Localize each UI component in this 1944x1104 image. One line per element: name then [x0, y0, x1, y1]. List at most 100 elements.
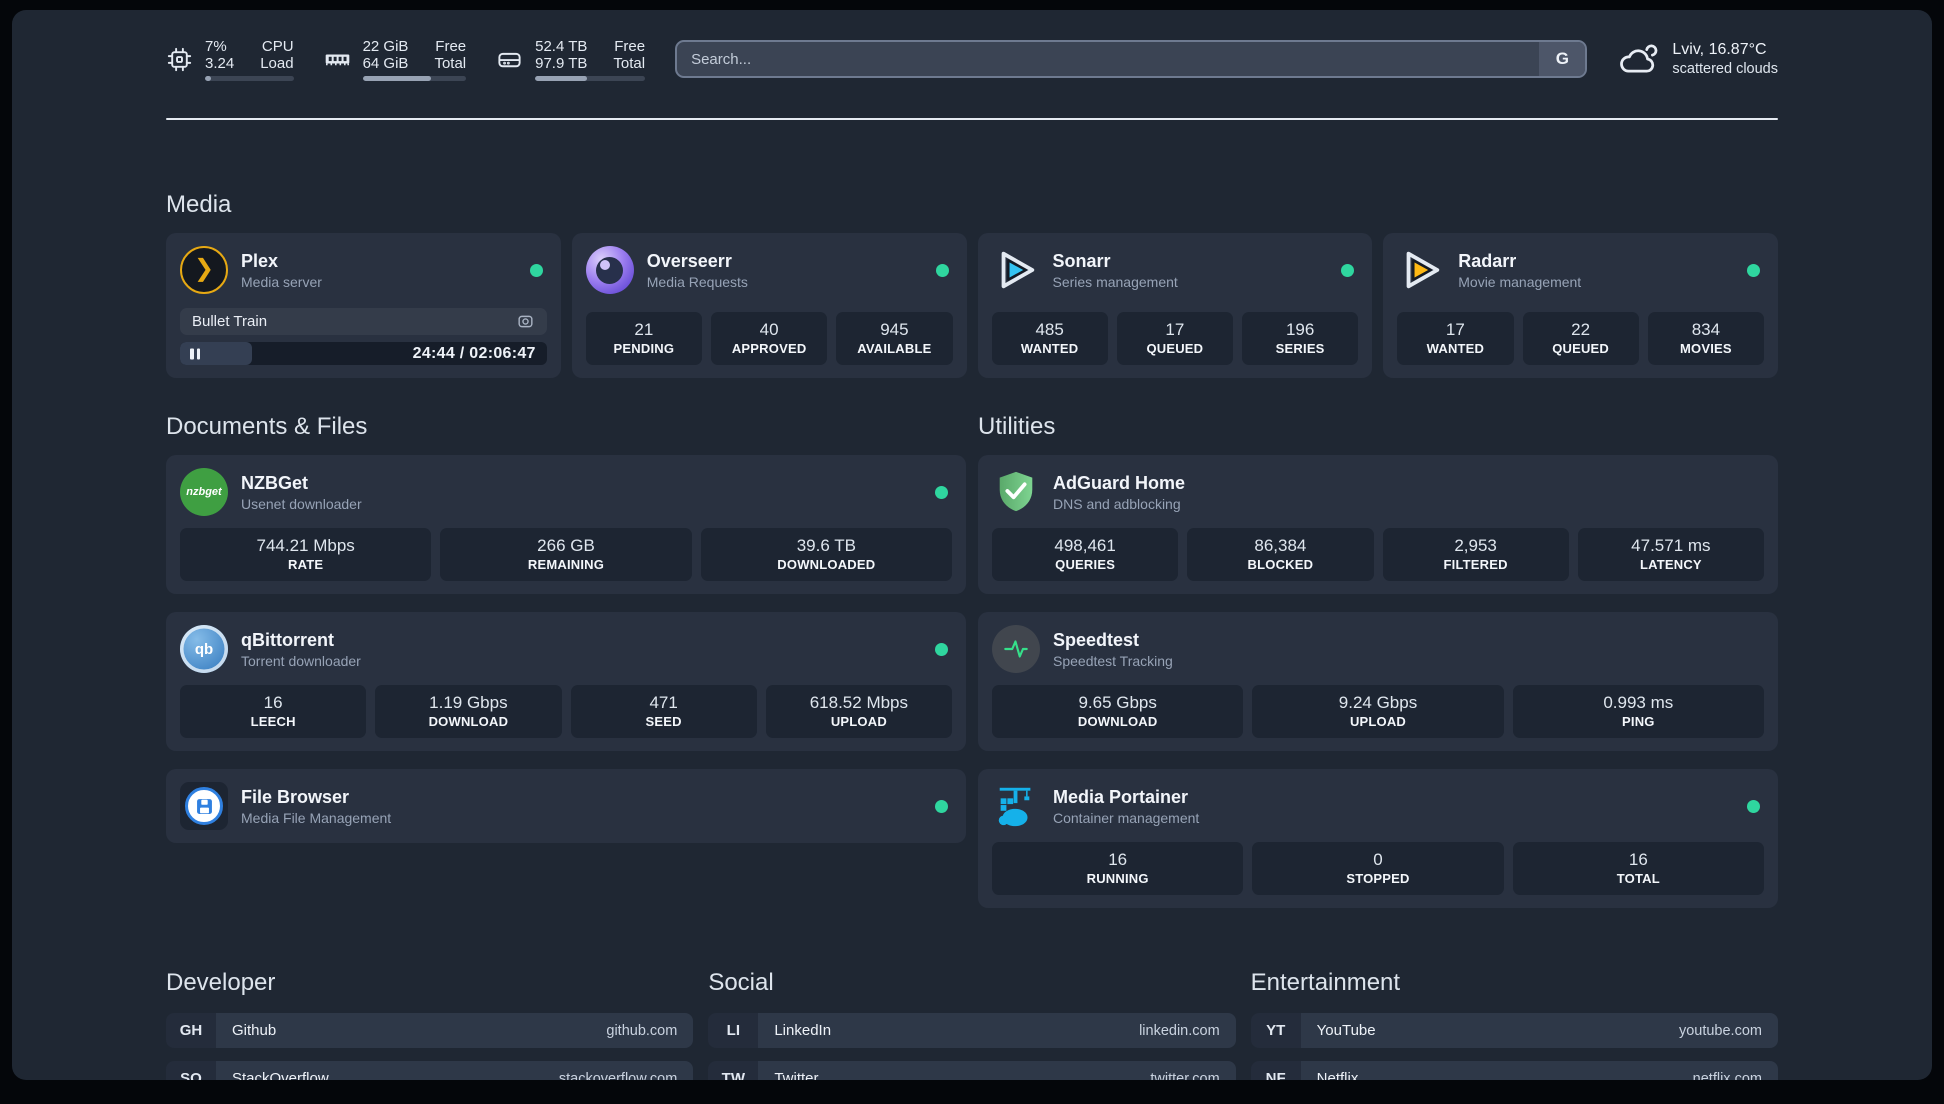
stat-value: 618.52 Mbps — [809, 693, 909, 712]
stat-label: DOWNLOAD — [428, 714, 509, 729]
card-speedtest[interactable]: Speedtest Speedtest Tracking 9.65 Gbps D… — [978, 612, 1778, 751]
card-overseerr[interactable]: Overseerr Media Requests 21 PENDING 40 A… — [571, 233, 967, 378]
radarr-logo-icon — [1397, 246, 1445, 294]
cast-icon[interactable] — [516, 312, 535, 331]
disk-free-label: Free — [614, 37, 646, 55]
link-github[interactable]: GH Github github.com — [166, 1013, 694, 1048]
stat-label: TOTAL — [1616, 871, 1660, 886]
card-media-portainer[interactable]: Media Portainer Container management 16 … — [978, 769, 1778, 908]
disk-total-label: Total — [613, 54, 646, 72]
stat-download: 1.19 Gbps DOWNLOAD — [375, 685, 562, 738]
section-social: Social LI LinkedIn linkedin.com TW Twitt… — [708, 968, 1236, 1081]
link-netflix[interactable]: NF Netflix netflix.com — [1250, 1061, 1778, 1080]
stat-value: 498,461 — [1054, 536, 1116, 555]
stat-value: 9.24 Gbps — [1338, 693, 1418, 712]
memory-progress-bar — [362, 75, 467, 81]
stat-movies: 834 MOVIES — [1647, 312, 1764, 365]
link-stackoverflow[interactable]: SO StackOverflow stackoverflow.com — [166, 1061, 694, 1081]
stat-downloaded: 39.6 TB DOWNLOADED — [700, 528, 952, 581]
stat-rate: 744.21 Mbps RATE — [180, 528, 432, 581]
section-heading-social: Social — [708, 969, 774, 996]
memory-free-label: Free — [435, 37, 467, 55]
link-linkedin[interactable]: LI LinkedIn linkedin.com — [708, 1013, 1236, 1048]
status-online-dot — [935, 485, 948, 499]
top-bar: 7% 3.24 CPU Load 22 GiB 64 GiB Free Tota… — [166, 37, 1778, 81]
stat-label: PING — [1622, 714, 1655, 729]
link-url: stackoverflow.com — [558, 1070, 678, 1081]
status-online-dot — [935, 642, 948, 656]
disk-total-value: 97.9 TB — [535, 54, 588, 72]
stat-label: QUEUED — [1552, 341, 1610, 356]
card-plex[interactable]: ❯ Plex Media server Bullet Train 24:44 /… — [166, 233, 561, 378]
card-subtitle: DNS and adblocking — [1053, 495, 1181, 512]
stat-value: 17 — [1445, 320, 1465, 339]
scattered-clouds-icon — [1617, 41, 1659, 77]
stat-ping: 0.993 ms PING — [1512, 685, 1764, 738]
stat-remaining: 266 GB REMAINING — [440, 528, 692, 581]
section-heading-utilities: Utilities — [978, 413, 1056, 440]
stat-value: 17 — [1165, 320, 1185, 339]
link-youtube[interactable]: YT YouTube youtube.com — [1250, 1013, 1778, 1048]
stat-value: 47.571 ms — [1631, 536, 1711, 555]
card-title: Radarr — [1458, 250, 1517, 271]
card-subtitle: Container management — [1053, 809, 1200, 826]
plex-logo-icon: ❯ — [180, 246, 228, 294]
card-qbittorrent[interactable]: qb qBittorrent Torrent downloader 16 LEE… — [166, 612, 966, 751]
search-provider-button[interactable]: G — [1539, 42, 1586, 76]
stat-label: SERIES — [1275, 341, 1325, 356]
stat-value: 945 — [880, 320, 909, 339]
pause-icon[interactable] — [190, 348, 200, 359]
card-adguard-home[interactable]: AdGuard Home DNS and adblocking 498,461 … — [978, 455, 1778, 594]
stat-label: LATENCY — [1639, 557, 1702, 572]
card-radarr[interactable]: Radarr Movie management 17 WANTED 22 QUE… — [1383, 233, 1778, 378]
playback-time: 24:44 / 02:06:47 — [412, 344, 536, 362]
stat-value: 16 — [1628, 850, 1648, 869]
memory-free-value: 22 GiB — [362, 37, 409, 55]
stat-label: LEECH — [250, 714, 296, 729]
stat-value: 16 — [263, 693, 283, 712]
link-url: youtube.com — [1678, 1022, 1762, 1039]
stat-label: REMAINING — [527, 557, 605, 572]
ram-icon — [324, 46, 351, 73]
section-entertainment: Entertainment YT YouTube youtube.com NF … — [1250, 968, 1778, 1080]
link-name: Twitter — [774, 1070, 819, 1080]
stat-label: UPLOAD — [830, 714, 887, 729]
stat-label: WANTED — [1020, 341, 1079, 356]
playback-progress-bar[interactable]: 24:44 / 02:06:47 — [180, 342, 547, 365]
stat-value: 9.65 Gbps — [1078, 693, 1157, 712]
card-subtitle: Series management — [1052, 273, 1178, 290]
weather-condition: scattered clouds — [1672, 61, 1778, 77]
link-url: twitter.com — [1150, 1070, 1220, 1081]
link-abbr: TW — [708, 1061, 759, 1080]
link-name: Netflix — [1316, 1070, 1359, 1080]
stat-value: 471 — [649, 693, 678, 712]
memory-stat-widget: 22 GiB 64 GiB Free Total — [324, 38, 467, 81]
now-playing-row: Bullet Train — [180, 308, 547, 335]
nzbget-logo-icon: nzbget — [180, 468, 228, 516]
search-bar[interactable]: G — [675, 40, 1588, 78]
header-divider — [166, 118, 1778, 120]
link-abbr: SO — [166, 1061, 216, 1080]
memory-total-value: 64 GiB — [362, 54, 409, 72]
dashboard-window: 7% 3.24 CPU Load 22 GiB 64 GiB Free Tota… — [12, 10, 1932, 1080]
card-subtitle: Media Requests — [646, 273, 748, 290]
stat-label: PENDING — [613, 341, 675, 356]
stat-wanted: 485 WANTED — [991, 312, 1108, 365]
stat-label: BLOCKED — [1247, 557, 1314, 572]
status-online-dot — [1747, 263, 1760, 277]
search-input[interactable] — [677, 42, 1540, 76]
link-twitter[interactable]: TW Twitter twitter.com — [708, 1061, 1236, 1081]
stat-label: APPROVED — [731, 341, 807, 356]
card-file-browser[interactable]: File Browser Media File Management — [166, 769, 966, 843]
stat-value: 1.19 Gbps — [429, 693, 508, 712]
stat-label: RUNNING — [1086, 871, 1149, 886]
stat-value: 21 — [634, 320, 654, 339]
card-title: Plex — [241, 250, 279, 271]
link-name: Github — [232, 1022, 277, 1039]
stat-label: DOWNLOADED — [777, 557, 876, 572]
card-nzbget[interactable]: nzbget NZBGet Usenet downloader 744.21 M… — [166, 455, 966, 594]
disk-free-value: 52.4 TB — [535, 37, 588, 55]
stat-value: 0.993 ms — [1603, 693, 1674, 712]
stat-value: 0 — [1373, 850, 1383, 869]
card-sonarr[interactable]: Sonarr Series management 485 WANTED 17 Q… — [977, 233, 1373, 378]
